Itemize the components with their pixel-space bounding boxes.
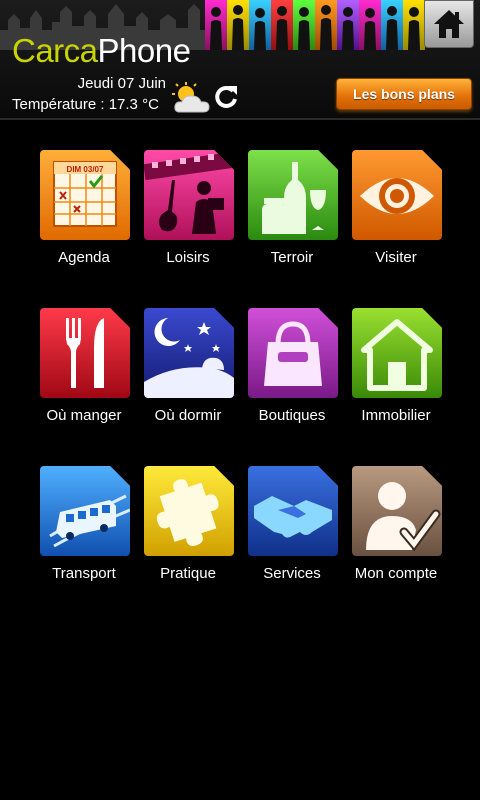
logo-carca: Carca <box>12 32 98 69</box>
tile-label: Immobilier <box>361 407 431 424</box>
tile-boutiques[interactable]: Boutiques <box>240 308 344 448</box>
fork-knife-icon <box>40 308 130 398</box>
night-sleep-icon <box>144 308 234 398</box>
house-icon <box>352 308 442 398</box>
tile-visiter[interactable]: Visiter <box>344 150 448 290</box>
tile-immobilier[interactable]: Immobilier <box>344 308 448 448</box>
deals-button[interactable]: Les bons plans <box>336 78 472 110</box>
tile-loisirs[interactable]: Loisirs <box>136 150 240 290</box>
wine-bottle-icon <box>248 150 338 240</box>
shopping-bag-icon <box>248 308 338 398</box>
tile-services[interactable]: Services <box>240 466 344 606</box>
refresh-icon[interactable] <box>212 82 240 110</box>
tile-ou-manger[interactable]: Où manger <box>32 308 136 448</box>
logo-phone: Phone <box>97 32 191 69</box>
app-logo: CarcaPhone <box>12 32 191 70</box>
leisure-icon <box>144 150 234 240</box>
calendar-icon: DIM 03/07 <box>40 150 130 240</box>
user-account-icon <box>352 466 442 556</box>
handshake-icon <box>248 466 338 556</box>
tile-label: Mon compte <box>354 565 438 582</box>
current-date: Jeudi 07 Juin <box>77 75 166 92</box>
eye-icon <box>352 150 442 240</box>
tile-ou-dormir[interactable]: Où dormir <box>136 308 240 448</box>
partly-cloudy-icon <box>172 82 210 113</box>
home-button[interactable] <box>424 0 474 48</box>
people-banner <box>205 0 425 50</box>
home-icon <box>434 10 464 38</box>
tile-pratique[interactable]: Pratique <box>136 466 240 606</box>
calendar-date-text: DIM 03/07 <box>67 165 104 174</box>
tile-mon-compte[interactable]: Mon compte <box>344 466 448 606</box>
temperature-text: Température : 17.3 °C <box>12 96 159 113</box>
tile-label: Visiter <box>375 249 417 266</box>
tile-transport[interactable]: Transport <box>32 466 136 606</box>
puzzle-icon <box>144 466 234 556</box>
tile-agenda[interactable]: DIM 03/07 Agenda <box>32 150 136 290</box>
app-header: CarcaPhone Jeudi 07 Juin Température : 1… <box>0 0 480 120</box>
bus-icon <box>40 466 130 556</box>
tile-terroir[interactable]: Terroir <box>240 150 344 290</box>
